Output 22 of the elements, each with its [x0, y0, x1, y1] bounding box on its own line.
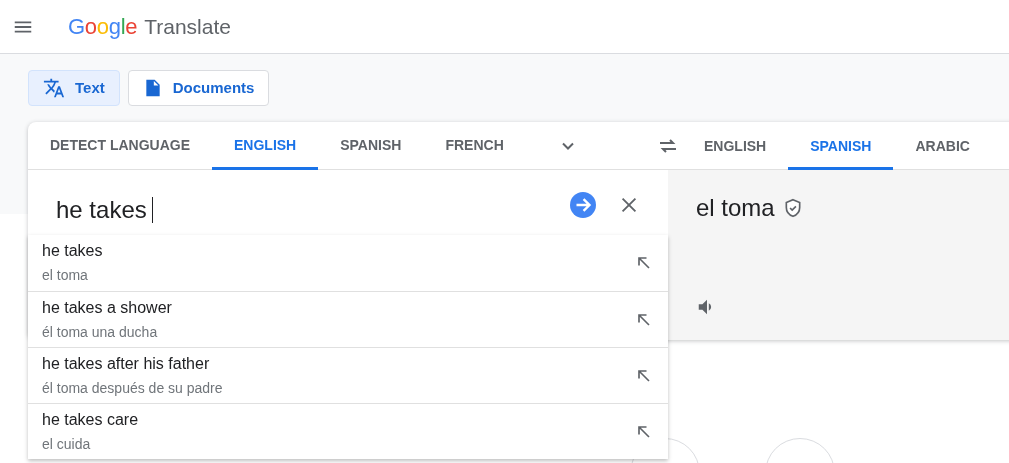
input-field[interactable]: he takes: [28, 192, 558, 228]
language-tab[interactable]: ENGLISH: [212, 121, 319, 170]
language-tab[interactable]: ENGLISH: [682, 122, 789, 170]
language-tab[interactable]: DETECT LANGUAGE: [28, 121, 212, 170]
mode-button[interactable]: Documents: [127, 70, 270, 106]
translation-text: el toma: [696, 193, 775, 223]
suggestion-text[interactable]: he takes a shower: [42, 297, 634, 318]
suggestion-translation: él toma después de su padre: [42, 378, 224, 398]
language-tab[interactable]: FRENCH: [423, 121, 526, 170]
suggestion-text[interactable]: he takes after his father: [42, 353, 634, 374]
logo-text: Google: [68, 13, 138, 41]
language-tab[interactable]: ARABIC: [893, 122, 992, 170]
translate-icon: [43, 77, 65, 99]
suggestion-translation: él toma una ducha: [42, 322, 159, 342]
product-name: Translate: [144, 13, 231, 40]
mode-button[interactable]: Text: [28, 70, 120, 106]
suggestion-text[interactable]: he takes care: [42, 409, 634, 430]
suggestion-translation: el toma: [42, 266, 89, 285]
arrow-circle-icon[interactable]: [570, 192, 596, 218]
language-tab[interactable]: SPANISH: [318, 121, 424, 170]
suggestion-translation: el cuida: [42, 434, 92, 454]
suggestion-text[interactable]: he takes: [42, 241, 634, 261]
